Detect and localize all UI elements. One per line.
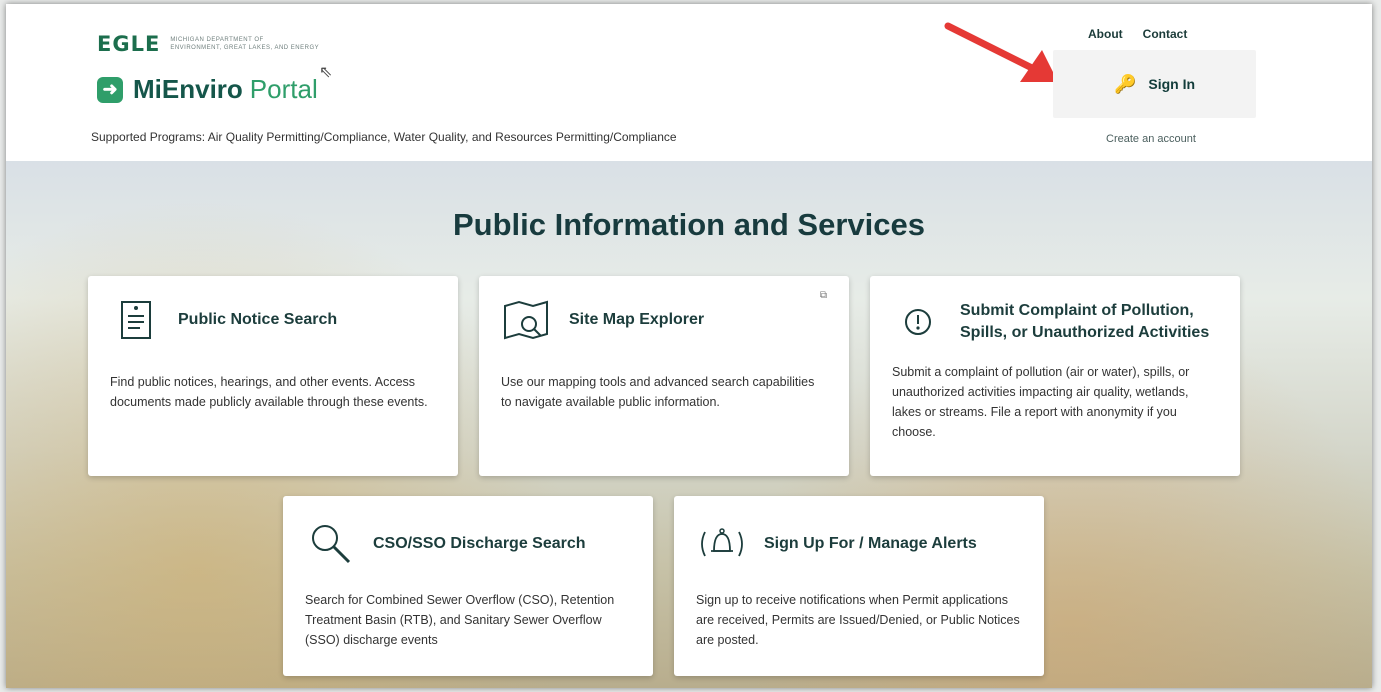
exclamation-icon bbox=[892, 298, 944, 346]
brand-sub: Portal bbox=[249, 74, 318, 104]
egle-line-2: ENVIRONMENT, GREAT LAKES, AND ENERGY bbox=[170, 45, 320, 51]
brand-name: MiEnviro bbox=[133, 74, 243, 104]
sign-in-button[interactable]: 🔑 Sign In bbox=[1053, 50, 1256, 118]
document-icon bbox=[110, 296, 162, 344]
egle-wordmark: EGLE bbox=[97, 32, 161, 56]
mienviro-leaf-icon: ➜ bbox=[97, 76, 123, 103]
create-account-link[interactable]: Create an account bbox=[1106, 133, 1196, 145]
mienviro-logo[interactable]: ➜ MiEnviro Portal bbox=[97, 74, 318, 105]
card-title: Site Map Explorer bbox=[569, 311, 705, 328]
about-link[interactable]: About bbox=[1088, 27, 1123, 41]
hero-section: Public Information and Services Public N… bbox=[6, 161, 1372, 688]
card-description: Find public notices, hearings, and other… bbox=[110, 375, 428, 409]
magnifier-icon bbox=[305, 520, 357, 568]
contact-link[interactable]: Contact bbox=[1143, 27, 1188, 41]
card-description: Use our mapping tools and advanced searc… bbox=[501, 375, 815, 409]
card-description: Submit a complaint of pollution (air or … bbox=[892, 365, 1190, 439]
egle-line-1: MICHIGAN DEPARTMENT OF bbox=[170, 37, 264, 43]
card-description: Sign up to receive notifications when Pe… bbox=[696, 593, 1020, 647]
public-notice-card[interactable]: Public Notice Search Find public notices… bbox=[88, 276, 458, 476]
external-link-icon: ⧉ bbox=[819, 290, 827, 301]
supported-programs: Supported Programs: Air Quality Permitti… bbox=[91, 130, 677, 144]
egle-logo[interactable]: EGLE MICHIGAN DEPARTMENT OF ENVIRONMENT,… bbox=[97, 32, 319, 56]
egle-department-text: MICHIGAN DEPARTMENT OF ENVIRONMENT, GREA… bbox=[170, 36, 319, 52]
top-links: About Contact bbox=[1088, 27, 1187, 41]
cso-discharge-card[interactable]: CSO/SSO Discharge Search Search for Comb… bbox=[283, 496, 653, 676]
site-header: EGLE MICHIGAN DEPARTMENT OF ENVIRONMENT,… bbox=[6, 4, 1372, 161]
card-title: Sign Up For / Manage Alerts bbox=[764, 535, 977, 552]
key-icon: 🔑 bbox=[1113, 73, 1137, 94]
alerts-card[interactable]: Sign Up For / Manage Alerts Sign up to r… bbox=[674, 496, 1044, 676]
card-title: Public Notice Search bbox=[178, 311, 338, 328]
mouse-cursor-icon: ⇖ bbox=[319, 64, 333, 81]
bell-icon bbox=[696, 520, 748, 568]
submit-complaint-card[interactable]: Submit Complaint of Pollution, Spills, o… bbox=[870, 276, 1240, 476]
card-title: CSO/SSO Discharge Search bbox=[373, 535, 586, 552]
page-title: Public Information and Services bbox=[452, 207, 925, 242]
browser-frame: EGLE MICHIGAN DEPARTMENT OF ENVIRONMENT,… bbox=[6, 4, 1372, 688]
sign-in-label: Sign In bbox=[1148, 76, 1196, 92]
site-map-card[interactable]: ⧉ Site Map Explorer Use our mapping tool… bbox=[479, 276, 849, 476]
map-search-icon bbox=[501, 296, 553, 344]
card-description: Search for Combined Sewer Overflow (CSO)… bbox=[305, 593, 615, 647]
card-title: Submit Complaint of Pollution, Spills, o… bbox=[960, 302, 1210, 341]
